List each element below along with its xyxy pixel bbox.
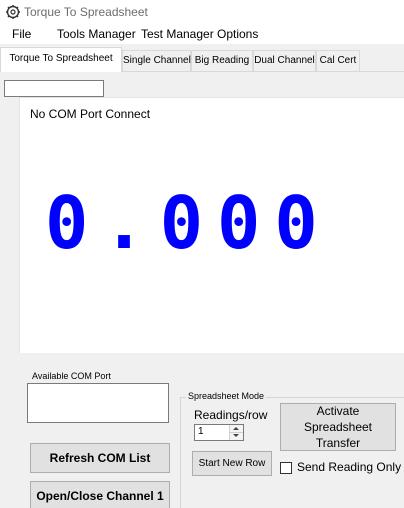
readings-per-row-value[interactable]: 1 xyxy=(198,426,204,437)
title-bar: Torque To Spreadsheet xyxy=(0,0,404,24)
tab-dual-channel[interactable]: Dual Channel xyxy=(253,50,316,71)
readings-per-row-label: Readings/row xyxy=(194,408,268,422)
tab-strip: Torque To Spreadsheet Single Channel Big… xyxy=(0,44,404,76)
window-title: Torque To Spreadsheet xyxy=(24,5,148,19)
stepper-arrows[interactable] xyxy=(229,425,243,440)
torque-reading-value: 0.000 xyxy=(45,181,332,265)
tab-big-reading[interactable]: Big Reading xyxy=(191,50,253,71)
available-com-port-label: Available COM Port xyxy=(32,371,111,381)
com-port-list[interactable] xyxy=(27,383,169,423)
stepper-divider xyxy=(230,432,243,433)
activate-spreadsheet-transfer-button[interactable]: Activate Spreadsheet Transfer xyxy=(280,403,396,451)
readings-per-row-stepper[interactable]: 1 xyxy=(194,424,244,441)
menu-tools-manager[interactable]: Tools Manager xyxy=(57,27,136,41)
start-new-row-button[interactable]: Start New Row xyxy=(192,451,272,476)
torque-reading-display: 0.000 xyxy=(45,181,332,265)
stepper-up-icon[interactable] xyxy=(233,427,239,430)
menu-file[interactable]: File xyxy=(12,27,31,41)
open-close-channel-button[interactable]: Open/Close Channel 1 xyxy=(30,481,170,508)
tab-single-channel[interactable]: Single Channel xyxy=(122,50,191,71)
menu-bar: File Tools Manager Test Manager Options xyxy=(0,24,404,44)
send-reading-only-checkbox[interactable] xyxy=(280,462,292,474)
top-input-field[interactable] xyxy=(4,80,104,97)
menu-options[interactable]: Options xyxy=(217,27,258,41)
tab-cal-cert[interactable]: Cal Cert xyxy=(316,50,360,71)
reading-display-panel: No COM Port Connect 0.000 xyxy=(19,97,404,353)
send-reading-only-label[interactable]: Send Reading Only xyxy=(297,460,401,474)
spreadsheet-mode-legend: Spreadsheet Mode xyxy=(186,391,267,401)
refresh-com-list-button[interactable]: Refresh COM List xyxy=(30,443,170,473)
stepper-down-icon[interactable] xyxy=(233,434,239,437)
com-status-text: No COM Port Connect xyxy=(30,107,151,121)
tab-torque-to-spreadsheet[interactable]: Torque To Spreadsheet xyxy=(0,47,122,72)
group-border-left xyxy=(180,397,181,508)
gear-app-icon xyxy=(6,5,20,19)
menu-test-manager[interactable]: Test Manager xyxy=(141,27,214,41)
